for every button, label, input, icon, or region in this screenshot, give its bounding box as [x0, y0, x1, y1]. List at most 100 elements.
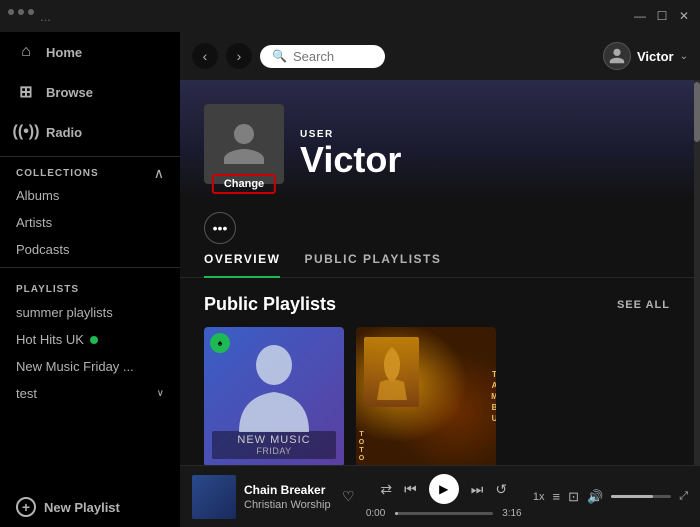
user-name-label: Victor [637, 49, 674, 64]
dot2 [18, 9, 24, 15]
repeat-button[interactable]: ↺ [495, 481, 507, 498]
playlists-label: PLAYLISTS [0, 272, 180, 299]
sidebar-item-browse[interactable]: ⊞ Browse [0, 72, 180, 112]
window-controls: — ☐ ✕ [632, 8, 692, 24]
back-button[interactable]: ‹ [192, 43, 218, 69]
sidebar-item-radio[interactable]: ((•)) Radio [0, 112, 180, 152]
fullscreen-button[interactable]: ⤢ [679, 490, 688, 503]
track-artist: Christian Worship [244, 499, 334, 511]
prev-button[interactable]: ⏮ [404, 481, 417, 498]
home-icon: ⌂ [16, 42, 36, 62]
sidebar-home-label: Home [46, 45, 82, 60]
back-arrow-icon: ‹ [203, 48, 208, 64]
player-center: ⇄ ⏮ ▶ ⏭ ↺ 0:00 3:16 [363, 474, 525, 519]
tanbu-overlay: TAMBU TOTO [356, 327, 496, 465]
sidebar-playlist-hothits[interactable]: Hot Hits UK [0, 326, 180, 353]
change-photo-button[interactable]: Change [212, 174, 276, 194]
test-chevron-icon: ∨ [157, 388, 164, 399]
tab-overview[interactable]: OVERVIEW [204, 252, 280, 278]
divider1 [0, 156, 180, 157]
playlist-card-tanbu[interactable]: TAMBU TOTO [356, 327, 496, 465]
devices-button[interactable]: ⊡ [568, 489, 579, 505]
forward-arrow-icon: › [237, 48, 242, 64]
minimize-button[interactable]: — [632, 8, 648, 24]
tab-overview-label: OVERVIEW [204, 252, 280, 266]
playlist-card-newmusic[interactable]: New Music FRIDAY ♠ [204, 327, 344, 465]
sidebar-browse-label: Browse [46, 85, 93, 100]
sidebar-item-home[interactable]: ⌂ Home [0, 32, 180, 72]
live-dot [90, 336, 98, 344]
playlist-cards: New Music FRIDAY ♠ [180, 327, 694, 465]
top-nav: ‹ › 🔍 Victor ⌄ [180, 32, 700, 80]
title-bar: ... — ☐ ✕ [0, 0, 700, 32]
search-bar[interactable]: 🔍 [260, 45, 385, 68]
scrollbar-thumb[interactable] [694, 82, 700, 142]
player-right: 1x ≡ ⊡ 🔊 ⤢ [533, 489, 688, 505]
tanbu-artwork: TAMBU TOTO [356, 327, 496, 465]
more-options-button[interactable]: ••• [204, 212, 236, 244]
queue-button[interactable]: ≡ [553, 489, 561, 504]
search-input[interactable] [293, 49, 373, 64]
app-body: ⌂ Home ⊞ Browse ((•)) Radio COLLECTIONS … [0, 32, 700, 527]
dot3 [28, 9, 34, 15]
sidebar: ⌂ Home ⊞ Browse ((•)) Radio COLLECTIONS … [0, 32, 180, 527]
tab-public-playlists-label: PUBLIC PLAYLISTS [304, 252, 441, 266]
section-title: Public Playlists [204, 294, 336, 315]
traffic-lights: ... [8, 9, 51, 24]
progress-bar[interactable] [395, 512, 493, 515]
card-image-tanbu: TAMBU TOTO [356, 327, 496, 465]
restore-button[interactable]: ☐ [654, 8, 670, 24]
player-bar: Chain Breaker Christian Worship ♡ ⇄ ⏮ ▶ … [180, 465, 700, 527]
player-track-info: Chain Breaker Christian Worship [244, 483, 334, 511]
section-header: Public Playlists SEE ALL [180, 278, 694, 327]
hothits-label: Hot Hits UK [16, 332, 84, 347]
collections-collapse-icon[interactable]: ∧ [154, 165, 164, 182]
profile-info: USER Victor [300, 129, 401, 184]
close-button[interactable]: ✕ [676, 8, 692, 24]
sidebar-item-albums[interactable]: Albums [0, 182, 180, 209]
total-time: 3:16 [499, 508, 525, 519]
new-playlist-button[interactable]: + New Playlist [0, 487, 180, 527]
volume-bar[interactable] [611, 495, 671, 498]
forward-button[interactable]: › [226, 43, 252, 69]
sidebar-item-podcasts[interactable]: Podcasts [0, 236, 180, 263]
next-button[interactable]: ⏭ [471, 481, 484, 498]
sidebar-playlist-test[interactable]: test ∨ [0, 380, 180, 407]
sidebar-radio-label: Radio [46, 125, 82, 140]
player-controls: ⇄ ⏮ ▶ ⏭ ↺ [380, 474, 507, 504]
avatar-wrapper: Change [204, 104, 284, 184]
user-menu[interactable]: Victor ⌄ [603, 42, 688, 70]
sidebar-playlist-newmusic[interactable]: New Music Friday ... [0, 353, 180, 380]
podcasts-label: Podcasts [16, 242, 69, 257]
tabs-row: OVERVIEW PUBLIC PLAYLISTS [180, 244, 694, 278]
see-all-button[interactable]: SEE ALL [617, 299, 670, 311]
track-name: Chain Breaker [244, 483, 334, 497]
chevron-down-icon: ⌄ [680, 51, 688, 62]
divider2 [0, 267, 180, 268]
profile-section: Change USER Victor [180, 80, 694, 200]
play-button[interactable]: ▶ [429, 474, 459, 504]
dot1 [8, 9, 14, 15]
tab-public-playlists[interactable]: PUBLIC PLAYLISTS [304, 252, 441, 278]
plus-circle-icon: + [16, 497, 36, 517]
current-time: 0:00 [363, 508, 389, 519]
volume-button[interactable]: 🔊 [587, 489, 603, 505]
summer-playlists-label: summer playlists [16, 305, 113, 320]
newmusic-label: New Music Friday ... [16, 359, 134, 374]
sidebar-playlist-summer[interactable]: summer playlists [0, 299, 180, 326]
albums-label: Albums [16, 188, 59, 203]
shuffle-button[interactable]: ⇄ [380, 481, 392, 498]
card-image-newmusic: New Music FRIDAY ♠ [204, 327, 344, 465]
more-options-row: ••• [180, 200, 694, 244]
test-label: test [16, 386, 37, 401]
spotify-icon: ♠ [210, 333, 230, 353]
like-button[interactable]: ♡ [342, 488, 355, 505]
sidebar-item-artists[interactable]: Artists [0, 209, 180, 236]
collections-label: COLLECTIONS [16, 168, 99, 179]
profile-name: Victor [300, 140, 401, 180]
player-thumb-artwork [192, 475, 236, 519]
search-icon: 🔍 [272, 49, 287, 63]
speed-label: 1x [533, 491, 545, 503]
browse-icon: ⊞ [16, 82, 36, 102]
content-inner: Change USER Victor ••• OVERVIEW [180, 80, 694, 465]
